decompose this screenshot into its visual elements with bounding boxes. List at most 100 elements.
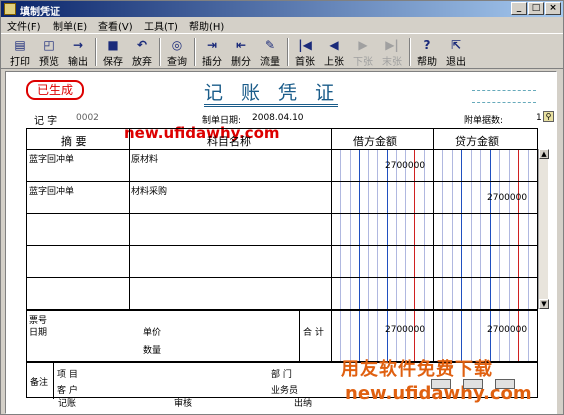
next-icon: ▶	[358, 38, 368, 52]
floppy-icon: ■	[107, 38, 119, 52]
unit-price-label: 单价	[143, 328, 162, 338]
card-icon[interactable]	[463, 379, 483, 389]
voucher-number[interactable]: 0002	[76, 113, 99, 123]
menu-voucher[interactable]: 制单(E)	[53, 18, 87, 33]
menu-view[interactable]: 查看(V)	[98, 18, 133, 33]
attachments-count[interactable]: 1	[536, 113, 542, 123]
voucher-title: 记 账 凭 证	[203, 82, 341, 104]
menu-bar: 文件(F) 制单(E) 查看(V) 工具(T) 帮助(H)	[1, 17, 563, 33]
card-icon[interactable]	[495, 379, 515, 389]
exit-button[interactable]: ⇱ 退出	[443, 36, 469, 68]
header-credit: 贷方金额	[455, 135, 499, 148]
department-label: 部 门	[271, 370, 292, 380]
customer-label: 客 户	[57, 386, 78, 396]
printer-icon: ▤	[14, 38, 26, 52]
salesperson-label: 业务员	[271, 386, 299, 396]
scroll-up-icon[interactable]: ▲	[539, 149, 549, 159]
exit-icon: ⇱	[450, 38, 462, 52]
title-underline	[204, 104, 338, 107]
menu-help[interactable]: 帮助(H)	[189, 18, 224, 33]
generated-stamp: 已生成	[26, 80, 84, 100]
previous-icon: ◀	[329, 38, 339, 52]
maximize-button[interactable]: □	[528, 2, 544, 15]
binoculars-icon: ◎	[171, 38, 183, 52]
menu-file[interactable]: 文件(F)	[7, 18, 41, 33]
last-button[interactable]: ▶| 末张	[379, 36, 405, 68]
total-credit: 2700000	[487, 325, 528, 335]
delete-row-icon: ⇤	[235, 38, 247, 52]
toolbar-separator	[287, 38, 289, 66]
query-button[interactable]: ◎ 查询	[164, 36, 190, 68]
row-1-debit[interactable]: 2700000	[385, 161, 425, 171]
help-icon: ?	[423, 38, 431, 52]
help-button[interactable]: ? 帮助	[414, 36, 440, 68]
first-icon: |◀	[298, 38, 312, 52]
undo-icon: ↶	[136, 38, 148, 52]
watermark-bottom-cn: 用友软件免费下载	[341, 359, 493, 380]
preview-button[interactable]: ◰ 预览	[36, 36, 62, 68]
insert-split-button[interactable]: ⇥ 插分	[199, 36, 225, 68]
grid-line	[27, 149, 538, 150]
header-subject: 科目名称	[207, 135, 251, 148]
cash-flow-button[interactable]: ✎ 流量	[257, 36, 283, 68]
window-title: 填制凭证	[20, 7, 60, 18]
row-1-summary[interactable]: 蓝字回冲单	[29, 152, 74, 165]
next-button[interactable]: ▶ 下张	[350, 36, 376, 68]
cashier-label: 出纳	[294, 399, 313, 409]
project-label: 项 目	[57, 370, 78, 380]
quantity-label: 数量	[143, 346, 162, 356]
first-button[interactable]: |◀ 首张	[292, 36, 318, 68]
toolbar: ▤ 打印 ◰ 预览 → 输出 ■ 保存 ↶ 放弃 ◎ 查询 ⇥ 插分 ⇤ 删分 ✎ 流量 |◀ 首张…	[1, 33, 563, 69]
total-label: 合 计	[303, 328, 324, 338]
flow-icon: ✎	[264, 38, 276, 52]
row-2-summary[interactable]: 蓝字回冲单	[29, 184, 74, 197]
previous-button[interactable]: ◀ 上张	[321, 36, 347, 68]
scroll-down-icon[interactable]: ▼	[539, 299, 549, 309]
close-button[interactable]: ×	[545, 2, 561, 15]
ticket-date-label: 日期	[29, 328, 48, 338]
toolbar-separator	[194, 38, 196, 66]
grid-line	[27, 245, 538, 246]
app-icon	[4, 3, 16, 15]
voucher-date[interactable]: 2008.04.10	[252, 113, 304, 123]
search-icon[interactable]: ⚲	[543, 111, 554, 122]
card-icon[interactable]	[431, 379, 451, 389]
last-icon: ▶|	[385, 38, 399, 52]
grid-line	[27, 213, 538, 214]
grid-line	[53, 363, 54, 399]
row-2-credit[interactable]: 2700000	[487, 193, 527, 203]
print-button[interactable]: ▤ 打印	[7, 36, 33, 68]
toolbar-separator	[159, 38, 161, 66]
export-button[interactable]: → 输出	[65, 36, 91, 68]
grid-line	[331, 129, 332, 361]
grid-line	[433, 129, 434, 361]
header-debit: 借方金额	[353, 135, 397, 148]
voucher-window: 填制凭证 _ □ × 文件(F) 制单(E) 查看(V) 工具(T) 帮助(H)…	[0, 0, 564, 415]
grid-line	[27, 309, 538, 311]
attachments-label: 附单据数:	[464, 116, 504, 126]
voucher-type-label: 记 字	[34, 116, 58, 127]
abandon-button[interactable]: ↶ 放弃	[129, 36, 155, 68]
insert-row-icon: ⇥	[206, 38, 218, 52]
header-dashline	[472, 90, 536, 91]
grid-line	[129, 129, 130, 309]
row-1-subject[interactable]: 原材料	[131, 152, 158, 165]
save-button[interactable]: ■ 保存	[100, 36, 126, 68]
export-icon: →	[72, 38, 84, 52]
toolbar-separator	[95, 38, 97, 66]
header-dashline	[472, 102, 536, 103]
grid-scrollbar[interactable]: ▲ ▼	[538, 149, 549, 309]
preview-icon: ◰	[43, 38, 55, 52]
delete-split-button[interactable]: ⇤ 删分	[228, 36, 254, 68]
header-summary: 摘 要	[61, 135, 87, 148]
notes-label: 备注	[30, 378, 49, 388]
total-debit: 2700000	[385, 325, 426, 335]
grid-line	[299, 311, 300, 361]
bookkeeper-label: 记账	[58, 399, 77, 409]
menu-tools[interactable]: 工具(T)	[144, 18, 178, 33]
grid-line	[27, 181, 538, 182]
row-2-subject[interactable]: 材料采购	[131, 184, 167, 197]
grid-line	[27, 277, 538, 278]
minimize-button[interactable]: _	[511, 2, 527, 15]
auditor-label: 审核	[174, 399, 193, 409]
